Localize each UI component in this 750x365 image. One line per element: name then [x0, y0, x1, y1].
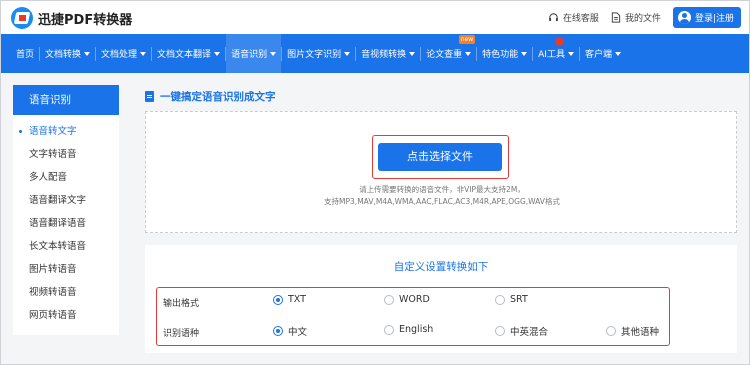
sidebar-item-0[interactable]: 语音转文字 [13, 120, 119, 143]
customer-service-label: 在线客服 [562, 14, 599, 24]
language-option[interactable]: English [384, 324, 433, 335]
output-format-label: 输出格式 [163, 299, 200, 309]
radio-button[interactable] [384, 324, 394, 335]
radio-button[interactable] [495, 294, 505, 305]
choose-file-button[interactable]: 点击选择文件 [378, 143, 502, 171]
my-files-label: 我的文件 [624, 14, 661, 24]
section-header: 一键搞定语音识别成文字 [145, 89, 276, 104]
radio-button[interactable] [273, 294, 283, 305]
nav-item-label: 图片文字识别 [287, 50, 342, 60]
chevron-down-icon [214, 51, 221, 56]
headset-icon [549, 13, 558, 22]
nav-item-6[interactable]: 音视频转换 [356, 34, 420, 73]
sidebar-item-6[interactable]: 图片转语音 [13, 258, 119, 281]
alert-dot-icon [555, 37, 565, 46]
nav-item-label: 特色功能 [482, 50, 519, 60]
chevron-down-icon [409, 51, 416, 56]
chevron-down-icon [521, 51, 528, 56]
nav-item-5[interactable]: 图片文字识别 [282, 34, 355, 73]
sidebar-item-2[interactable]: 多人配音 [13, 166, 119, 189]
language-option-label: 中文 [288, 327, 308, 338]
logo-text: 迅捷PDF转换器 [38, 12, 133, 28]
top-links: 在线客服 我的文件 登录|注册 [548, 7, 741, 28]
radio-button[interactable] [384, 294, 394, 305]
login-register-label: 登录|注册 [694, 14, 734, 24]
user-avatar-icon [677, 11, 691, 24]
login-register-button[interactable]: 登录|注册 [672, 7, 741, 28]
output-format-option-label: SRT [510, 294, 528, 305]
upload-dropzone[interactable]: 点击选择文件 请上传需要转换的语音文件，非VIP最大支持2M， 支持MP3,MA… [145, 111, 737, 233]
settings-title: 自定义设置转换如下 [393, 261, 489, 273]
sidebar-item-7[interactable]: 视频转语音 [13, 281, 119, 304]
settings-highlight-frame: 输出格式 识别语种 TXT WORD SRT 中文 English 中英混合 其他语种 [156, 287, 670, 346]
nav-item-label: 文档处理 [101, 50, 138, 60]
chevron-down-icon [344, 51, 351, 56]
new-badge: new [458, 35, 476, 44]
nav-item-7[interactable]: 论文查重 new [421, 34, 476, 73]
settings-panel: 自定义设置转换如下 输出格式 识别语种 TXT WORD SRT 中文 English… [145, 245, 737, 353]
top-bar: 迅捷PDF转换器 在线客服 我的文件 登录|注册 [1, 1, 749, 34]
chevron-down-icon [270, 51, 277, 56]
sidebar-item-4[interactable]: 语音翻译语音 [13, 212, 119, 235]
main-nav: 首页 文档转换 文档处理 文档文本翻译 语音识别 图片文字识别 音视频转换 论文查重 new 特色… [1, 34, 749, 73]
nav-item-1[interactable]: 文档转换 [40, 34, 95, 73]
sidebar-item-8[interactable]: 网页转语音 [13, 304, 119, 327]
nav-item-label: 语音识别 [231, 50, 268, 60]
output-format-option-label: TXT [288, 294, 306, 305]
upload-hint-line1: 请上传需要转换的语音文件，非VIP最大支持2M， [359, 185, 525, 194]
recognition-language-label: 识别语种 [163, 329, 200, 339]
output-format-option[interactable]: WORD [384, 294, 430, 305]
nav-item-label: 客户端 [584, 50, 612, 60]
nav-item-9[interactable]: AI工具 [533, 34, 579, 73]
logo-icon [11, 7, 33, 29]
language-option[interactable]: 中英混合 [495, 324, 548, 338]
nav-item-8[interactable]: 特色功能 [477, 34, 532, 73]
language-option[interactable]: 其他语种 [606, 324, 659, 338]
file-icon [611, 12, 621, 23]
chevron-down-icon [567, 51, 574, 56]
chevron-down-icon [465, 51, 472, 56]
output-format-option-label: WORD [399, 294, 430, 305]
nav-item-10[interactable]: 客户端 [580, 34, 626, 73]
upload-hint-line2: 支持MP3,MAV,M4A,WMA,AAC,FLAC,AC3,M4R,APE,O… [324, 197, 560, 206]
nav-item-label: 文档文本翻译 [157, 50, 212, 60]
document-icon [145, 91, 154, 102]
chevron-down-icon [140, 51, 147, 56]
sidebar-title: 语音识别 [13, 85, 119, 115]
nav-item-3[interactable]: 文档文本翻译 [152, 34, 225, 73]
radio-button[interactable] [273, 326, 283, 336]
sidebar-item-5[interactable]: 长文本转语音 [13, 235, 119, 258]
my-files-link[interactable]: 我的文件 [611, 11, 661, 24]
nav-item-label: AI工具 [538, 50, 565, 60]
language-option[interactable]: 中文 [273, 324, 307, 338]
sidebar: 语音识别 语音转文字 文字转语音 多人配音 语音翻译文字 语音翻译语音 长文本转语音 图片转… [13, 85, 119, 335]
section-title: 一键搞定语音识别成文字 [160, 91, 276, 103]
nav-item-0[interactable]: 首页 [11, 34, 39, 73]
nav-item-label: 音视频转换 [361, 50, 407, 60]
sidebar-item-3[interactable]: 语音翻译文字 [13, 189, 119, 212]
chevron-down-icon [614, 51, 621, 56]
language-option-label: 中英混合 [510, 327, 549, 338]
radio-button[interactable] [606, 326, 616, 336]
logo[interactable]: 迅捷PDF转换器 [11, 7, 132, 29]
output-format-option[interactable]: TXT [273, 294, 306, 305]
customer-service-link[interactable]: 在线客服 [548, 11, 599, 24]
language-option-label: English [399, 324, 434, 335]
radio-button[interactable] [495, 326, 505, 336]
nav-item-2[interactable]: 文档处理 [96, 34, 151, 73]
nav-item-label: 首页 [16, 50, 35, 60]
nav-item-4[interactable]: 语音识别 [226, 34, 282, 73]
nav-item-label: 文档转换 [45, 50, 82, 60]
nav-item-label: 论文查重 [426, 50, 463, 60]
chevron-down-icon [84, 51, 91, 56]
language-option-label: 其他语种 [621, 327, 660, 338]
sidebar-list: 语音转文字 文字转语音 多人配音 语音翻译文字 语音翻译语音 长文本转语音 图片转语音 视频转… [13, 115, 119, 327]
sidebar-item-1[interactable]: 文字转语音 [13, 143, 119, 166]
output-format-option[interactable]: SRT [495, 294, 528, 305]
